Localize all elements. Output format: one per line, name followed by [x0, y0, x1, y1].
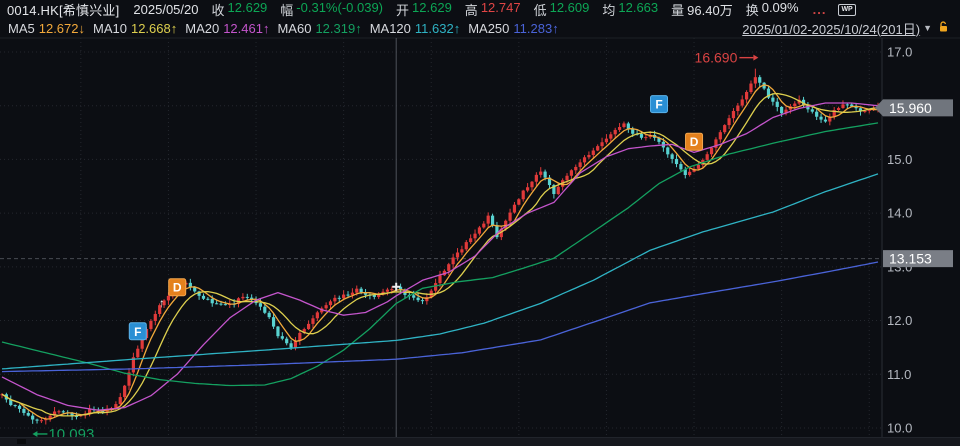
symbol-title: 0014.HK[希慎兴业]	[7, 0, 119, 19]
quote-field-收: 收12.629	[212, 0, 268, 19]
quote-field-开: 开12.629	[396, 0, 452, 19]
svg-text:D: D	[690, 135, 699, 149]
ma-legend-ma20[interactable]: MA2012.461↑	[185, 21, 269, 36]
date-range-selector[interactable]: 2025/01/02-2025/10/24(201日)	[742, 19, 920, 38]
svg-text:D: D	[173, 281, 182, 295]
lock-open-icon[interactable]	[938, 21, 950, 36]
quote-header-bar: 0014.HK[希慎兴业] 2025/05/20 收12.629 幅-0.31%(…	[0, 0, 960, 20]
ma-legend-ma60[interactable]: MA6012.319↑	[277, 21, 361, 36]
signal-arrow-icon: ↑	[159, 296, 165, 310]
ma-legend-ma5[interactable]: MA512.672↓	[8, 21, 85, 36]
quote-field-换: 换0.09%	[746, 0, 799, 19]
y-axis-tick: 10.0	[887, 420, 912, 435]
candlestick-chart[interactable]: ↓↑FDFD16.69010.09317.016.015.014.013.012…	[0, 0, 960, 445]
ma-legend-ma120[interactable]: MA12011.632↑	[370, 21, 461, 36]
chevron-down-icon[interactable]: ▼	[923, 23, 932, 33]
more-fields-indicator[interactable]: ...	[813, 2, 827, 17]
y-axis-tick: 11.0	[887, 367, 911, 382]
candles	[0, 69, 879, 425]
bottom-notch	[17, 439, 26, 444]
svg-text:F: F	[134, 325, 141, 339]
quote-field-高: 高12.747	[465, 0, 521, 19]
high-annotation: 16.690	[695, 50, 738, 66]
svg-text:15.960: 15.960	[889, 100, 932, 116]
ma-line-ma60	[2, 123, 878, 386]
svg-text:F: F	[655, 98, 662, 112]
ma-legend-list: MA512.672↓ MA1012.668↑ MA2012.461↑ MA6012.3…	[0, 21, 559, 36]
svg-text:13.153: 13.153	[889, 251, 932, 267]
quote-field-低: 低12.609	[534, 0, 590, 19]
wp-watermark-icon: WP	[838, 4, 855, 16]
quote-fields: 收12.629 幅-0.31%(-0.039) 开12.629 高12.747 低12.…	[199, 0, 799, 19]
quote-field-均: 均12.663	[602, 0, 658, 19]
y-axis-tick: 17.0	[887, 45, 912, 60]
ma-legend-ma10[interactable]: MA1012.668↑	[93, 21, 177, 36]
y-axis-tick: 12.0	[887, 313, 912, 328]
quote-field-量: 量96.40万	[671, 0, 733, 19]
quote-field-幅: 幅-0.31%(-0.039)	[280, 0, 383, 19]
y-axis-tick: 14.0	[887, 206, 912, 221]
y-axis-tick: 15.0	[887, 152, 912, 167]
quote-date: 2025/05/20	[133, 2, 198, 17]
ma-legend-bar: MA512.672↓ MA1012.668↑ MA2012.461↑ MA6012.3…	[0, 19, 960, 37]
ma-legend-ma250[interactable]: MA25011.283↑	[468, 21, 559, 36]
